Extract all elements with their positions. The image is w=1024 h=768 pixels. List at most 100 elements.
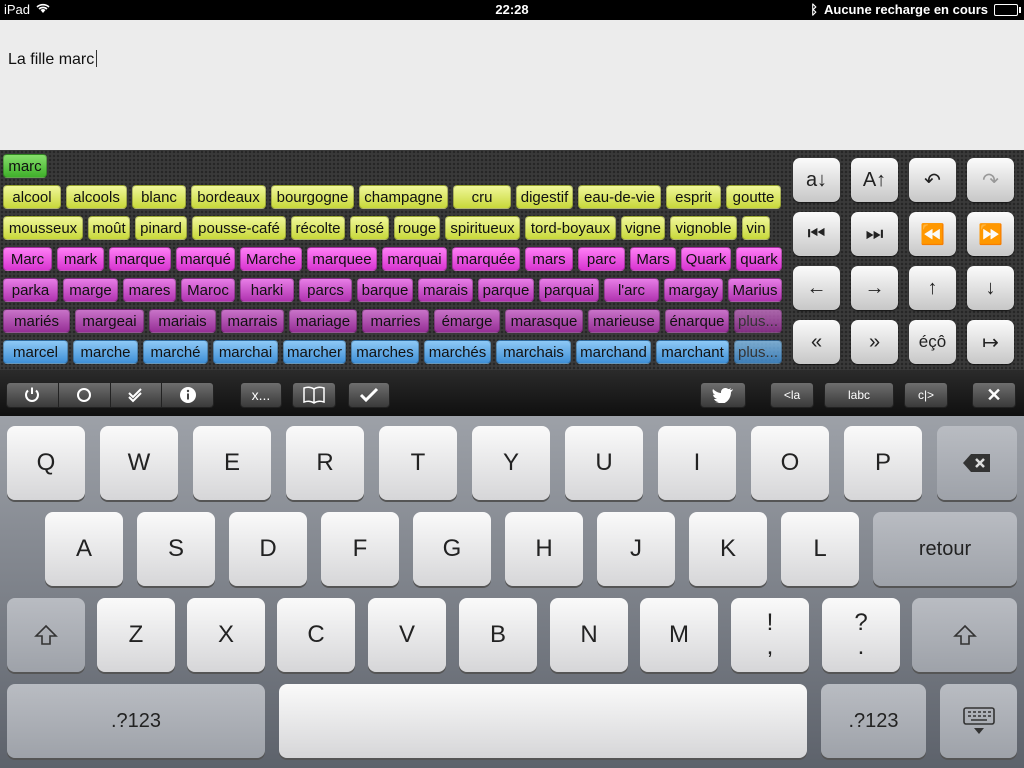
key-q[interactable]: Q <box>7 426 85 500</box>
suggestion-chip[interactable]: vigne <box>621 216 665 240</box>
guillemet-close-button[interactable]: » <box>851 320 898 364</box>
suggestion-chip[interactable]: bourgogne <box>271 185 354 209</box>
suggestion-chip[interactable]: marries <box>362 309 429 333</box>
undo-button[interactable]: ↶ <box>909 158 956 202</box>
suggestion-chip[interactable]: quark <box>736 247 782 271</box>
backspace-key[interactable] <box>937 426 1017 500</box>
arrow-right-button[interactable]: → <box>851 266 898 310</box>
suggestion-chip[interactable]: bordeaux <box>191 185 266 209</box>
fast-forward-button[interactable]: ⏩ <box>967 212 1014 256</box>
suggestion-chip[interactable]: pousse-café <box>192 216 286 240</box>
font-smaller-button[interactable]: a↓ <box>793 158 840 202</box>
skip-end-button[interactable]: ⏭ <box>851 212 898 256</box>
suggestion-chip[interactable]: Marius <box>728 278 782 302</box>
key-l[interactable]: L <box>781 512 859 586</box>
more-suggestions-button[interactable]: plus... <box>734 309 782 333</box>
key-u[interactable]: U <box>565 426 643 500</box>
key-w[interactable]: W <box>100 426 178 500</box>
suggestion-chip[interactable]: digestif <box>516 185 573 209</box>
key-m[interactable]: M <box>640 598 718 672</box>
select-right-button[interactable]: c|> <box>904 382 948 408</box>
key-b[interactable]: B <box>459 598 537 672</box>
suggestion-chip[interactable]: barque <box>357 278 413 302</box>
suggestion-chip[interactable]: Quark <box>681 247 731 271</box>
numbers-key-right[interactable]: .?123 <box>821 684 926 758</box>
suggestion-chip[interactable]: marquee <box>307 247 377 271</box>
suggestion-chip[interactable]: marchés <box>424 340 491 364</box>
suggestion-chip[interactable]: mares <box>123 278 176 302</box>
suggestion-chip[interactable]: rouge <box>394 216 440 240</box>
suggestion-chip[interactable]: l'arc <box>604 278 659 302</box>
suggestion-chip[interactable]: marchant <box>656 340 729 364</box>
power-button[interactable] <box>7 383 59 407</box>
suggestion-chip[interactable]: marge <box>63 278 118 302</box>
numbers-key-left[interactable]: .?123 <box>7 684 265 758</box>
key-i[interactable]: I <box>658 426 736 500</box>
suggestion-chip[interactable]: eau-de-vie <box>578 185 661 209</box>
suggestion-chip[interactable]: marches <box>351 340 419 364</box>
suggestion-chip[interactable]: pinard <box>135 216 187 240</box>
more-suggestions-button[interactable]: plus... <box>734 340 782 364</box>
suggestion-chip[interactable]: marais <box>418 278 473 302</box>
key-d[interactable]: D <box>229 512 307 586</box>
key-z[interactable]: Z <box>97 598 175 672</box>
suggestion-chip[interactable]: champagne <box>359 185 448 209</box>
suggestion-chip[interactable]: cru <box>453 185 511 209</box>
suggestion-chip[interactable]: Maroc <box>181 278 235 302</box>
suggestion-chip[interactable]: vignoble <box>670 216 737 240</box>
key-e[interactable]: E <box>193 426 271 500</box>
key-p[interactable]: P <box>844 426 922 500</box>
suggestion-chip[interactable]: énarque <box>665 309 729 333</box>
redo-button[interactable]: ↷ <box>967 158 1014 202</box>
key-g[interactable]: G <box>413 512 491 586</box>
key-n[interactable]: N <box>550 598 628 672</box>
twitter-button[interactable] <box>700 382 746 408</box>
shift-key-right[interactable] <box>912 598 1017 672</box>
suggestion-chip[interactable]: marrais <box>221 309 284 333</box>
select-word-button[interactable]: labc <box>824 382 894 408</box>
suggestion-chip[interactable]: moût <box>88 216 130 240</box>
suggestion-chip[interactable]: alcool <box>3 185 61 209</box>
suggestion-chip[interactable]: mars <box>525 247 573 271</box>
key-t[interactable]: T <box>379 426 457 500</box>
suggestion-chip[interactable]: parcs <box>299 278 352 302</box>
key-r[interactable]: R <box>286 426 364 500</box>
suggestion-chip[interactable]: mariage <box>289 309 357 333</box>
suggestion-chip[interactable]: marchais <box>496 340 571 364</box>
suggestion-chip[interactable]: vin <box>742 216 770 240</box>
key-v[interactable]: V <box>368 598 446 672</box>
suggestion-chip[interactable]: esprit <box>666 185 721 209</box>
suggestion-chip[interactable]: parka <box>3 278 58 302</box>
skip-start-button[interactable]: ⏮ <box>793 212 840 256</box>
suggestion-chip[interactable]: marchai <box>213 340 278 364</box>
suggestion-chip[interactable]: margay <box>664 278 723 302</box>
suggestion-chip[interactable]: émarge <box>434 309 500 333</box>
suggestion-chip[interactable]: marquai <box>382 247 447 271</box>
key-k[interactable]: K <box>689 512 767 586</box>
suggestion-chip[interactable]: récolte <box>291 216 345 240</box>
suggestion-chip[interactable]: parque <box>478 278 534 302</box>
suggestion-chip[interactable]: harki <box>240 278 294 302</box>
info-button[interactable] <box>162 383 213 407</box>
suggestion-chip[interactable]: Mars <box>630 247 676 271</box>
suggestion-chip[interactable]: alcools <box>66 185 127 209</box>
suggestion-chip[interactable]: marc <box>3 154 47 178</box>
dictionary-button[interactable] <box>292 382 336 408</box>
suggestion-chip[interactable]: marché <box>143 340 208 364</box>
return-key[interactable]: retour <box>873 512 1017 586</box>
suggestion-chip[interactable]: marchand <box>576 340 651 364</box>
hide-keyboard-key[interactable] <box>940 684 1017 758</box>
ellipsis-button[interactable]: x... <box>240 382 282 408</box>
arrow-left-button[interactable]: ← <box>793 266 840 310</box>
suggestion-chip[interactable]: margeai <box>75 309 144 333</box>
arrow-down-button[interactable]: ↓ <box>967 266 1014 310</box>
suggestion-chip[interactable]: marcel <box>3 340 68 364</box>
suggestion-chip[interactable]: marquée <box>452 247 520 271</box>
suggestion-chip[interactable]: marqué <box>176 247 235 271</box>
key-y[interactable]: Y <box>472 426 550 500</box>
key-c[interactable]: C <box>277 598 355 672</box>
suggestion-chip[interactable]: mariés <box>3 309 70 333</box>
suggestion-chip[interactable]: parquai <box>539 278 599 302</box>
font-larger-button[interactable]: A↑ <box>851 158 898 202</box>
suggestion-chip[interactable]: mark <box>57 247 104 271</box>
